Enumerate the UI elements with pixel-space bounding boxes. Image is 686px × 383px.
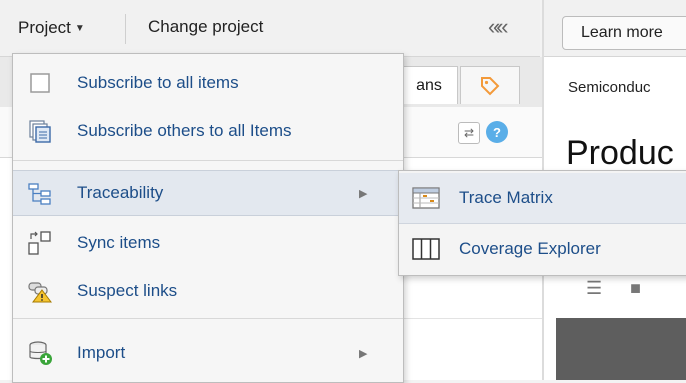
menu-item-suspect-links[interactable]: Suspect links xyxy=(13,268,403,314)
caret-down-icon: ▼ xyxy=(74,22,85,34)
menu-item-label: Traceability xyxy=(77,183,164,202)
help-icon[interactable]: ? xyxy=(486,121,508,143)
list-view-icon[interactable]: ☰ xyxy=(586,278,602,298)
project-dropdown-menu: Subscribe to all items Subscribe others … xyxy=(12,53,404,383)
project-label: Project xyxy=(18,18,71,37)
menu-item-sync-items[interactable]: Sync items xyxy=(13,220,403,266)
view-toggle-icons: ☰ ■ xyxy=(586,278,669,299)
submenu-item-label: Coverage Explorer xyxy=(459,239,601,258)
menu-divider xyxy=(13,318,403,319)
tag-icon xyxy=(481,76,500,95)
menu-item-label: Subscribe others to all Items xyxy=(77,121,292,140)
learn-more-button[interactable]: Learn more xyxy=(562,16,686,50)
suspect-links-icon xyxy=(28,282,52,303)
menu-item-subscribe-all[interactable]: Subscribe to all items xyxy=(13,60,403,106)
grid-view-icon[interactable]: ■ xyxy=(630,278,641,298)
submenu-arrow-icon: ▶ xyxy=(359,347,368,360)
checkbox-icon xyxy=(30,73,50,93)
tab-plans-label: ans xyxy=(416,76,442,94)
top-toolbar: Project ▼ Change project «« xyxy=(0,0,540,57)
subscribe-others-icon xyxy=(29,120,51,143)
sync-icon[interactable]: ⇄ xyxy=(458,122,480,144)
trace-matrix-icon xyxy=(412,187,440,209)
help-label: ? xyxy=(493,124,501,140)
page-heading: Produc xyxy=(566,134,674,172)
submenu-arrow-icon: ▶ xyxy=(359,187,368,200)
coverage-explorer-icon xyxy=(412,238,440,260)
content-preview-area xyxy=(556,318,686,380)
collapse-pane-icon[interactable]: «« xyxy=(488,14,509,40)
menu-item-traceability[interactable]: Traceability ▶ xyxy=(13,170,403,216)
submenu-item-coverage-explorer[interactable]: Coverage Explorer xyxy=(399,224,686,274)
submenu-item-label: Trace Matrix xyxy=(459,188,553,207)
project-menu-button[interactable]: Project ▼ xyxy=(8,10,122,46)
tab-plans[interactable]: ans xyxy=(400,66,458,104)
submenu-item-trace-matrix[interactable]: Trace Matrix xyxy=(399,173,686,224)
project-name-text: Semiconduc xyxy=(568,79,651,96)
menu-item-label: Subscribe to all items xyxy=(77,73,239,92)
menu-divider xyxy=(13,160,403,161)
list-divider xyxy=(404,318,542,319)
menu-item-label: Suspect links xyxy=(77,281,178,300)
menu-item-subscribe-others[interactable]: Subscribe others to all Items xyxy=(13,108,403,154)
menu-item-label: Import xyxy=(77,343,126,362)
tab-tags[interactable] xyxy=(460,66,520,104)
menu-item-label: Sync items xyxy=(77,233,161,252)
change-project-button[interactable]: Change project xyxy=(148,17,263,37)
import-icon xyxy=(29,341,52,365)
sync-items-icon xyxy=(28,231,51,255)
menu-item-import[interactable]: Import ▶ xyxy=(13,330,403,376)
toolbar-divider xyxy=(125,14,126,44)
traceability-icon xyxy=(28,183,51,205)
collapse-label: « xyxy=(488,14,500,39)
traceability-submenu: Trace Matrix Coverage Explorer xyxy=(398,170,686,276)
